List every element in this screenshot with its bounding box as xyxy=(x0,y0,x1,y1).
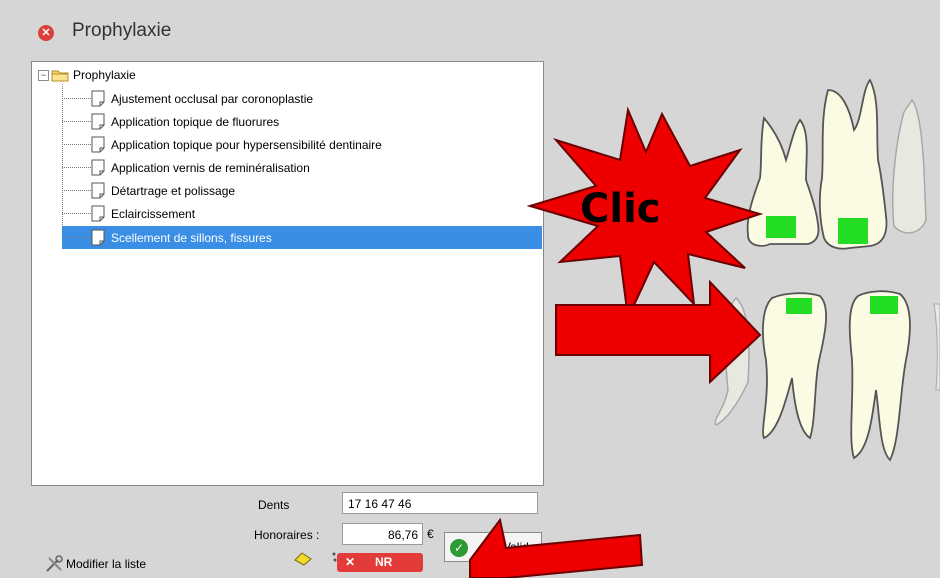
modify-list-label: Modifier la liste xyxy=(66,557,147,571)
honoraires-label: Honoraires : xyxy=(254,528,320,542)
tooth-17[interactable] xyxy=(746,115,820,247)
honoraires-input[interactable]: 86,76 xyxy=(342,523,423,545)
modify-list-link[interactable]: Modifier la liste xyxy=(44,555,146,573)
collapse-icon[interactable]: − xyxy=(38,69,49,81)
tree-root[interactable]: − Prophylaxie xyxy=(38,66,136,84)
tree-root-label: Prophylaxie xyxy=(73,68,136,82)
tooth-47[interactable] xyxy=(762,292,827,440)
document-icon xyxy=(91,90,105,107)
document-icon xyxy=(91,205,105,222)
folder-icon xyxy=(51,70,69,81)
tree-item-label: Ajustement occlusal par coronoplastie xyxy=(111,91,314,106)
tree-item-fluorures[interactable]: Application topique de fluorures xyxy=(62,110,542,133)
dents-label: Dents xyxy=(258,498,290,512)
tree-item-detartrage[interactable]: Détartrage et polissage xyxy=(62,179,542,202)
document-icon xyxy=(91,159,105,176)
tooth-faded xyxy=(892,98,927,234)
nr-icon: ✕ xyxy=(345,555,356,569)
close-icon[interactable]: ✕ xyxy=(38,25,54,41)
tooth-16[interactable] xyxy=(818,78,888,250)
tree-item-eclaircissement[interactable]: Eclaircissement xyxy=(62,202,542,225)
document-icon xyxy=(91,182,105,199)
tree-item-label: Application topique pour hypersensibilit… xyxy=(111,137,382,152)
check-icon: ✓ xyxy=(450,539,468,557)
valider-label: Valider xyxy=(503,540,540,554)
tree-item-label: Eclaircissement xyxy=(111,206,196,221)
tree-item-ajustement[interactable]: Ajustement occlusal par coronoplastie xyxy=(62,87,542,110)
tree-item-vernis[interactable]: Application vernis de reminéralisation xyxy=(62,156,542,179)
tooth-faded xyxy=(714,296,750,426)
tooth-faded xyxy=(933,303,940,391)
title-bar: ✕ Prophylaxie xyxy=(0,0,940,56)
nr-label: NR xyxy=(375,555,393,569)
tree-item-label: Application topique de fluorures xyxy=(111,114,280,129)
document-icon xyxy=(91,113,105,130)
tools-icon xyxy=(46,555,63,572)
document-icon xyxy=(91,229,105,246)
tooth-46[interactable] xyxy=(848,290,911,462)
currency-label: € xyxy=(427,527,434,541)
dents-input[interactable]: 17 16 47 46 xyxy=(342,492,538,514)
tree-item-label: Application vernis de reminéralisation xyxy=(111,160,310,175)
document-icon xyxy=(91,136,105,153)
tree-item-label: Détartrage et polissage xyxy=(111,183,236,198)
clic-label: Clic xyxy=(580,186,661,232)
act-tree[interactable]: − Prophylaxie Ajustement occlusal par co… xyxy=(31,61,544,486)
tree-item-scellement[interactable]: Scellement de sillons, fissures xyxy=(62,226,542,249)
nr-button[interactable]: ✕ NR xyxy=(337,553,423,572)
eraser-icon[interactable] xyxy=(294,552,312,566)
tree-item-label: Scellement de sillons, fissures xyxy=(111,230,272,245)
valider-button[interactable]: ✓ Valider xyxy=(444,532,542,562)
prophylaxie-window: ✕ Prophylaxie − Prophylaxie Ajustement o… xyxy=(0,0,940,578)
window-title: Prophylaxie xyxy=(72,20,172,41)
dental-chart[interactable] xyxy=(690,60,940,480)
tree-item-hypersensibilite[interactable]: Application topique pour hypersensibilit… xyxy=(62,133,542,156)
